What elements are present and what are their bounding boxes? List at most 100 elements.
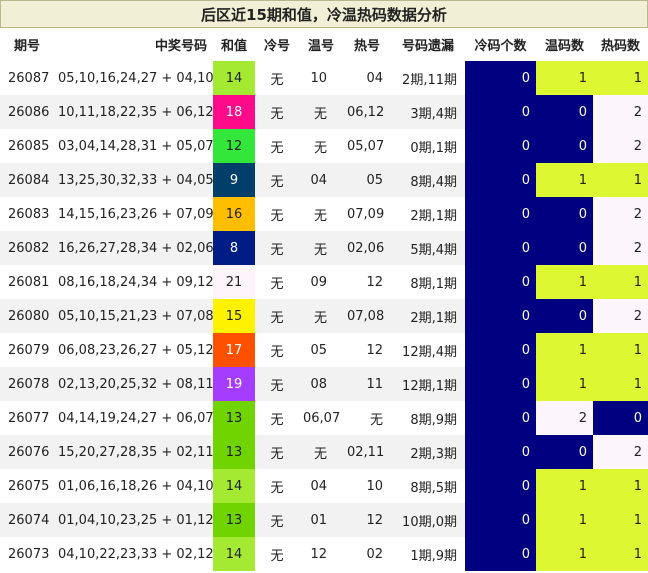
header-warm: 温号	[299, 28, 343, 61]
cell-warm-count: 0	[536, 299, 593, 333]
cell-warm: 无	[299, 129, 343, 163]
cell-numbers: 01,06,16,18,26 + 04,10	[54, 469, 214, 503]
cell-numbers: 10,11,18,22,35 + 06,12	[54, 95, 214, 129]
cell-sum: 18	[213, 95, 255, 129]
cell-hot-count: 1	[593, 265, 648, 299]
header-numbers: 中奖号码	[54, 28, 213, 61]
cell-hot-count: 2	[593, 299, 648, 333]
cell-cold-count: 0	[465, 299, 536, 333]
cell-warm-count: 0	[536, 129, 593, 163]
cell-cold: 无	[255, 129, 299, 163]
cell-warm: 08	[299, 367, 343, 401]
cell-sum: 9	[213, 163, 255, 197]
cell-sum: 14	[213, 469, 255, 503]
cell-numbers: 06,08,23,26,27 + 05,12	[54, 333, 214, 367]
cell-warm: 10	[299, 61, 343, 95]
cell-cold-count: 0	[465, 61, 536, 95]
cell-cold: 无	[255, 537, 299, 571]
cell-cold-count: 0	[465, 333, 536, 367]
cell-miss: 1期,9期	[391, 537, 465, 571]
header-row: 期号 中奖号码 和值 冷号 温号 热号 号码遗漏 冷码个数 温码数 热码数	[0, 28, 648, 61]
cell-warm-count: 1	[536, 333, 593, 367]
cell-hot: 11	[343, 367, 391, 401]
cell-numbers: 04,10,22,23,33 + 02,12	[54, 537, 214, 571]
cell-cold: 无	[255, 197, 299, 231]
cell-miss: 12期,1期	[391, 367, 465, 401]
table-row: 26079 06,08,23,26,27 + 05,12 17 无 05 12 12期,4期…	[0, 333, 648, 367]
cell-warm: 06,07	[299, 401, 343, 435]
cell-warm-count: 1	[536, 503, 593, 537]
cell-issue: 26078	[0, 367, 54, 401]
cell-hot: 05,07	[343, 129, 391, 163]
cell-cold-count: 0	[465, 367, 536, 401]
cell-warm: 无	[299, 197, 343, 231]
table-row: 26080 05,10,15,21,23 + 07,08 15 无无 07,08 2期,1…	[0, 299, 648, 333]
cell-sum: 17	[213, 333, 255, 367]
cell-issue: 26086	[0, 95, 54, 129]
cell-sum: 19	[213, 367, 255, 401]
cell-sum: 13	[213, 401, 255, 435]
cell-warm: 04	[299, 469, 343, 503]
cell-cold-count: 0	[465, 537, 536, 571]
cell-hot-count: 2	[593, 435, 648, 469]
cell-warm-count: 0	[536, 197, 593, 231]
cell-hot-count: 2	[593, 129, 648, 163]
cell-miss: 8期,1期	[391, 265, 465, 299]
cell-cold-count: 0	[465, 469, 536, 503]
cell-hot: 无	[343, 401, 391, 435]
cell-issue: 26074	[0, 503, 54, 537]
cell-issue: 26073	[0, 537, 54, 571]
cell-hot-count: 1	[593, 333, 648, 367]
cell-hot-count: 0	[593, 401, 648, 435]
cell-hot: 12	[343, 265, 391, 299]
header-miss: 号码遗漏	[391, 28, 465, 61]
cell-cold: 无	[255, 95, 299, 129]
cell-sum: 8	[213, 231, 255, 265]
cell-issue: 26085	[0, 129, 54, 163]
cell-issue: 26083	[0, 197, 54, 231]
cell-numbers: 13,25,30,32,33 + 04,05	[54, 163, 214, 197]
table-row: 26081 08,16,18,24,34 + 09,12 21 无 09 12 8期,1期 0…	[0, 265, 648, 299]
table-row: 26084 13,25,30,32,33 + 04,05 9 无 04 05 8期,4期 0 1…	[0, 163, 648, 197]
cell-cold-count: 0	[465, 231, 536, 265]
cell-sum: 21	[213, 265, 255, 299]
cell-hot-count: 2	[593, 231, 648, 265]
cell-numbers: 05,10,16,24,27 + 04,10	[54, 61, 214, 95]
cell-miss: 3期,4期	[391, 95, 465, 129]
cell-numbers: 03,04,14,28,31 + 05,07	[54, 129, 214, 163]
cell-miss: 2期,3期	[391, 435, 465, 469]
cell-numbers: 14,15,16,23,26 + 07,09	[54, 197, 214, 231]
table-row: 26074 01,04,10,23,25 + 01,12 13 无 01 12 10期,0期…	[0, 503, 648, 537]
table-row: 26082 16,26,27,28,34 + 02,06 8 无无 02,06 5期,4期…	[0, 231, 648, 265]
cell-warm-count: 1	[536, 367, 593, 401]
cell-hot-count: 1	[593, 163, 648, 197]
cell-cold-count: 0	[465, 163, 536, 197]
cell-hot: 06,12	[343, 95, 391, 129]
cell-sum: 15	[213, 299, 255, 333]
cell-warm: 无	[299, 299, 343, 333]
cell-hot-count: 2	[593, 197, 648, 231]
table-row: 26078 02,13,20,25,32 + 08,11 19 无 08 11 12期,1期…	[0, 367, 648, 401]
cell-hot: 02,11	[343, 435, 391, 469]
cell-warm: 05	[299, 333, 343, 367]
cell-hot-count: 1	[593, 503, 648, 537]
cell-sum: 14	[213, 537, 255, 571]
cell-issue: 26087	[0, 61, 54, 95]
cell-cold: 无	[255, 401, 299, 435]
cell-hot: 12	[343, 333, 391, 367]
cell-warm-count: 1	[536, 61, 593, 95]
cell-warm: 09	[299, 265, 343, 299]
cell-issue: 26082	[0, 231, 54, 265]
page-title: 后区近15期和值，冷温热码数据分析	[0, 0, 648, 28]
table-row: 26076 15,20,27,28,35 + 02,11 13 无无 02,11 2期,3…	[0, 435, 648, 469]
cell-sum: 13	[213, 503, 255, 537]
cell-cold: 无	[255, 299, 299, 333]
cell-hot-count: 1	[593, 537, 648, 571]
cell-miss: 10期,0期	[391, 503, 465, 537]
cell-numbers: 01,04,10,23,25 + 01,12	[54, 503, 214, 537]
cell-issue: 26076	[0, 435, 54, 469]
header-sum: 和值	[213, 28, 255, 61]
cell-miss: 2期,1期	[391, 197, 465, 231]
cell-cold-count: 0	[465, 197, 536, 231]
cell-cold-count: 0	[465, 435, 536, 469]
